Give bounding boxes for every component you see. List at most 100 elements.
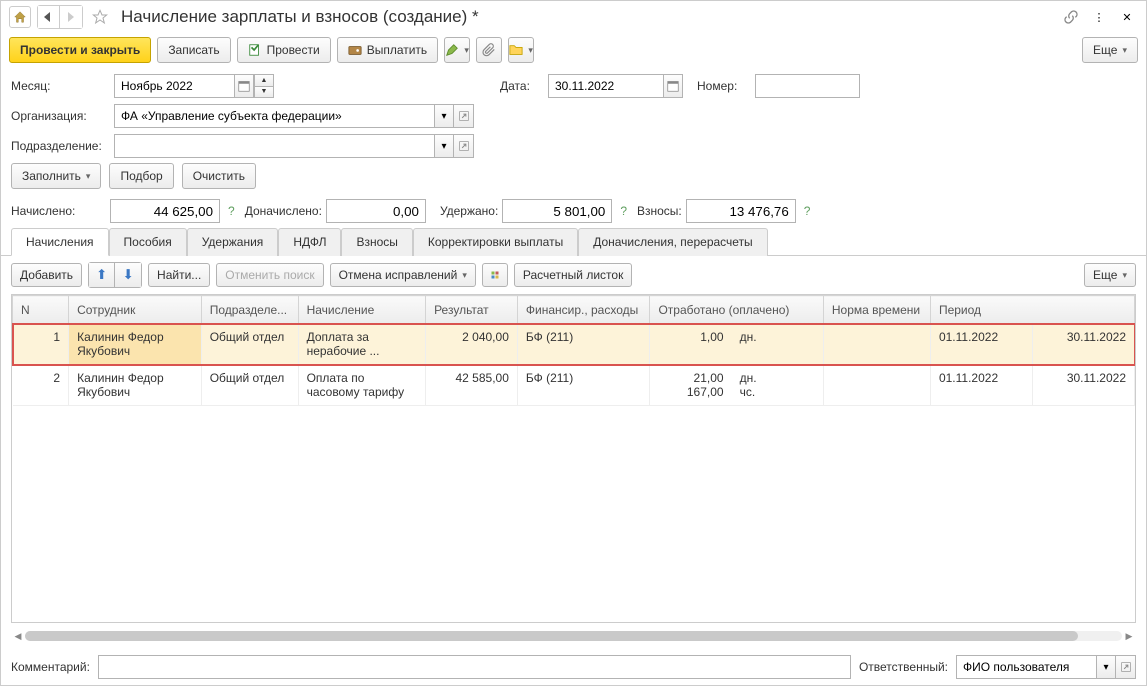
contrib-help[interactable]: ? <box>804 204 811 218</box>
tab-benefits[interactable]: Пособия <box>109 228 187 256</box>
close-button[interactable]: ✕ <box>1116 6 1138 28</box>
responsible-field[interactable] <box>956 655 1096 679</box>
cell-dept: Общий отдел <box>201 365 298 406</box>
tab-contributions[interactable]: Взносы <box>341 228 412 256</box>
cell-emp: Калинин Федор Якубович <box>69 324 202 365</box>
write-button[interactable]: Записать <box>157 37 230 63</box>
wallet-icon <box>348 43 362 57</box>
col-accr[interactable]: Начисление <box>298 296 426 324</box>
withheld-help[interactable]: ? <box>620 204 627 218</box>
back-button[interactable] <box>38 6 60 28</box>
accrued-help[interactable]: ? <box>228 204 235 218</box>
open-icon <box>459 111 469 121</box>
add-row-button[interactable]: Добавить <box>11 263 82 287</box>
pay-label: Выплатить <box>367 43 428 57</box>
scroll-right-icon[interactable]: ▶ <box>1122 629 1136 643</box>
more-button[interactable]: Еще <box>1082 37 1138 63</box>
comment-field[interactable] <box>98 655 851 679</box>
cell-emp: Калинин Федор Якубович <box>69 365 202 406</box>
select-button[interactable]: Подбор <box>109 163 173 189</box>
dept-label: Подразделение: <box>11 139 106 153</box>
tab-more-button[interactable]: Еще <box>1084 263 1136 287</box>
date-label: Дата: <box>500 79 540 93</box>
col-norm[interactable]: Норма времени <box>823 296 930 324</box>
fill-button[interactable]: Заполнить <box>11 163 101 189</box>
responsible-dropdown-button[interactable]: ▾ <box>1096 655 1116 679</box>
date-calendar-button[interactable] <box>663 74 683 98</box>
tab-accruals[interactable]: Начисления <box>11 228 109 256</box>
col-emp[interactable]: Сотрудник <box>69 296 202 324</box>
cell-p1: 01.11.2022 <box>930 324 1032 365</box>
month-stepper[interactable]: ▲▼ <box>254 74 274 98</box>
col-result[interactable]: Результат <box>426 296 518 324</box>
menu-button[interactable]: ⋮ <box>1088 6 1110 28</box>
cell-result: 42 585,00 <box>426 365 518 406</box>
window-root: { "title": "Начисление зарплаты и взносо… <box>0 0 1147 686</box>
arrow-right-icon <box>65 12 77 22</box>
cell-worked: 1,00 <box>650 324 732 365</box>
table-row[interactable]: 1Калинин Федор ЯкубовичОбщий отделДоплат… <box>13 324 1135 365</box>
responsible-open-button[interactable] <box>1116 655 1136 679</box>
extra-field[interactable] <box>326 199 426 223</box>
org-dropdown-button[interactable]: ▾ <box>434 104 454 128</box>
col-worked[interactable]: Отработано (оплачено) <box>650 296 823 324</box>
dept-open-button[interactable] <box>454 134 474 158</box>
move-down-button[interactable]: ⬇ <box>115 263 141 287</box>
org-field[interactable] <box>114 104 434 128</box>
cell-n: 2 <box>13 365 69 406</box>
org-open-button[interactable] <box>454 104 474 128</box>
pencil-icon <box>445 43 459 57</box>
cancel-search-button[interactable]: Отменить поиск <box>216 263 323 287</box>
find-button[interactable]: Найти... <box>148 263 210 287</box>
accrued-field[interactable] <box>110 199 220 223</box>
open-icon <box>459 141 469 151</box>
post-and-close-button[interactable]: Провести и закрыть <box>9 37 151 63</box>
accrued-label: Начислено: <box>11 204 106 218</box>
cell-dept: Общий отдел <box>201 324 298 365</box>
home-button[interactable] <box>9 6 31 28</box>
col-period[interactable]: Период <box>930 296 1134 324</box>
grid-tool-button[interactable] <box>482 263 508 287</box>
col-dept[interactable]: Подразделе... <box>201 296 298 324</box>
tab-corrections[interactable]: Корректировки выплаты <box>413 228 578 256</box>
cell-accr: Оплата по часовому тарифу <box>298 365 426 406</box>
dept-dropdown-button[interactable]: ▾ <box>434 134 454 158</box>
accruals-grid[interactable]: N Сотрудник Подразделе... Начисление Рез… <box>12 295 1135 406</box>
h-scrollbar[interactable]: ◀ ▶ <box>11 629 1136 643</box>
col-fin[interactable]: Финансир., расходы <box>517 296 650 324</box>
dept-field[interactable] <box>114 134 434 158</box>
favorite-button[interactable] <box>89 6 111 28</box>
responsible-label: Ответственный: <box>859 660 948 674</box>
payslip-button[interactable]: Расчетный листок <box>514 263 632 287</box>
undo-corrections-button[interactable]: Отмена исправлений <box>330 263 476 287</box>
month-field[interactable] <box>114 74 234 98</box>
tool-3-button[interactable] <box>508 37 534 63</box>
tool-1-button[interactable] <box>444 37 470 63</box>
number-field[interactable] <box>755 74 860 98</box>
move-up-button[interactable]: ⬆ <box>89 263 115 287</box>
grid-wrap: N Сотрудник Подразделе... Начисление Рез… <box>11 294 1136 623</box>
scroll-left-icon[interactable]: ◀ <box>11 629 25 643</box>
date-field[interactable] <box>548 74 663 98</box>
cell-norm <box>823 365 930 406</box>
link-icon <box>1063 9 1079 25</box>
col-n[interactable]: N <box>13 296 69 324</box>
clear-button[interactable]: Очистить <box>182 163 256 189</box>
tab-toolbar: Добавить ⬆ ⬇ Найти... Отменить поиск Отм… <box>1 256 1146 294</box>
org-label: Организация: <box>11 109 106 123</box>
contrib-field[interactable] <box>686 199 796 223</box>
attach-button[interactable] <box>476 37 502 63</box>
month-calendar-button[interactable] <box>234 74 254 98</box>
pay-button[interactable]: Выплатить <box>337 37 439 63</box>
number-label: Номер: <box>697 79 747 93</box>
tab-deductions[interactable]: Удержания <box>187 228 279 256</box>
cell-n: 1 <box>13 324 69 365</box>
post-button[interactable]: Провести <box>237 37 331 63</box>
link-button[interactable] <box>1060 6 1082 28</box>
forward-button[interactable] <box>60 6 82 28</box>
cell-p2: 30.11.2022 <box>1032 365 1134 406</box>
tab-extra-accruals[interactable]: Доначисления, перерасчеты <box>578 228 767 256</box>
table-row[interactable]: 2Калинин Федор ЯкубовичОбщий отделОплата… <box>13 365 1135 406</box>
tab-ndfl[interactable]: НДФЛ <box>278 228 341 256</box>
withheld-field[interactable] <box>502 199 612 223</box>
